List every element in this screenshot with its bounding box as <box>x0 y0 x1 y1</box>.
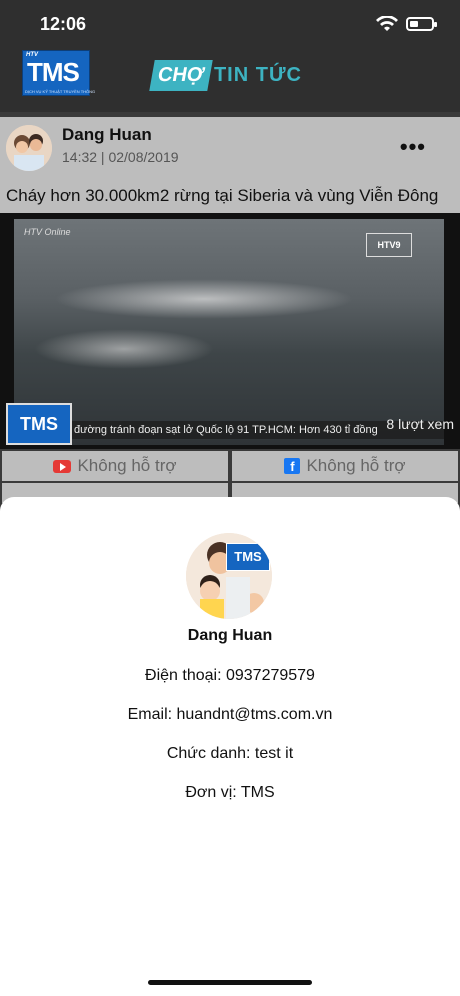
post-date: 14:32 | 02/08/2019 <box>62 149 179 165</box>
tms-logo: HTV TMS DỊCH VỤ KỸ THUẬT TRUYỀN THÔNG <box>22 50 95 96</box>
author-name[interactable]: Dang Huan <box>62 125 152 145</box>
tms-badge: TMS <box>226 543 270 571</box>
video-thumbnail[interactable]: TMS <box>6 403 72 445</box>
youtube-icon <box>53 459 72 473</box>
facebook-share-label: Không hỗ trợ <box>306 456 406 475</box>
post-title[interactable]: Cháy hơn 30.000km2 rừng tại Siberia và v… <box>6 186 438 206</box>
status-bar: 12:06 <box>0 0 460 48</box>
brand-logo: CHỢ TIN TỨC <box>149 58 302 92</box>
profile-avatar: TMS <box>186 533 272 619</box>
profile-name: Dang Huan <box>187 627 273 644</box>
battery-icon <box>406 17 437 31</box>
video-player[interactable]: HTV Online HTV9 đường tránh đoạn sạt lở … <box>0 213 460 449</box>
app-header: HTV TMS DỊCH VỤ KỸ THUẬT TRUYỀN THÔNG CH… <box>0 48 460 112</box>
profile-unit: Đơn vị: TMS <box>185 784 275 801</box>
more-options-icon[interactable]: ••• <box>400 136 426 158</box>
profile-email[interactable]: Email: huandnt@tms.com.vn <box>0 706 460 724</box>
view-count: 8 lượt xem <box>386 416 454 432</box>
facebook-share-button[interactable]: f Không hỗ trợ <box>232 451 458 481</box>
post-header: Dang Huan 14:32 | 02/08/2019 ••• <box>0 117 460 179</box>
facebook-icon: f <box>284 458 301 474</box>
profile-phone[interactable]: Điện thoại: 0937279579 <box>0 667 460 685</box>
status-icons <box>376 16 437 32</box>
channel-badge: HTV9 <box>366 233 412 257</box>
youtube-share-label: Không hỗ trợ <box>77 456 177 475</box>
profile-title: Chức danh: test it <box>166 745 294 762</box>
youtube-share-button[interactable]: Không hỗ trợ <box>2 451 228 481</box>
post-title-bar: Cháy hơn 30.000km2 rừng tại Siberia và v… <box>0 179 460 213</box>
status-time: 12:06 <box>40 14 87 34</box>
home-indicator[interactable] <box>148 980 312 985</box>
video-frame[interactable]: HTV Online HTV9 đường tránh đoạn sạt lở … <box>14 219 444 445</box>
share-buttons: Không hỗ trợ f Không hỗ trợ <box>0 451 460 481</box>
author-avatar[interactable] <box>6 125 52 171</box>
news-ticker: đường tránh đoạn sạt lở Quốc lộ 91 TP.HC… <box>14 421 444 439</box>
wifi-icon <box>376 16 398 31</box>
online-label: HTV Online <box>24 227 71 237</box>
profile-sheet: TMS Dang Huan Điện thoại: 0937279579 Ema… <box>0 497 460 996</box>
